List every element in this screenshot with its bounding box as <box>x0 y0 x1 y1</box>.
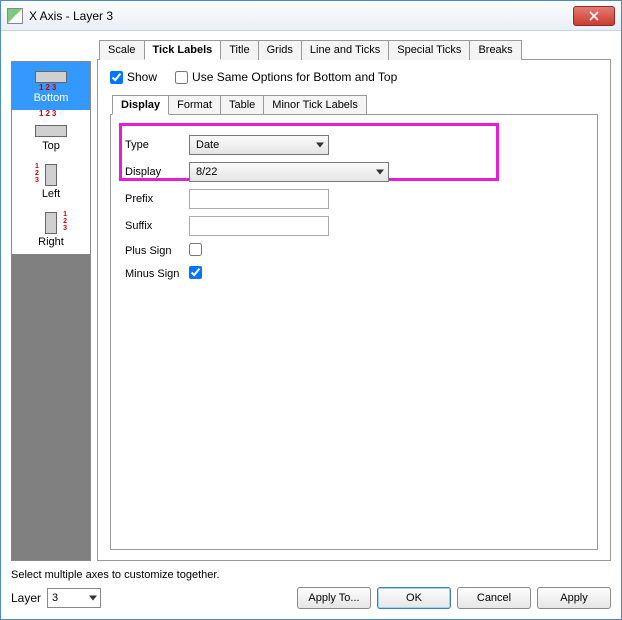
tab-minor-tick-labels[interactable]: Minor Tick Labels <box>263 95 367 115</box>
dialog-window: X Axis - Layer 3 123 Bottom 123 Top <box>0 0 622 620</box>
apply-to-button[interactable]: Apply To... <box>297 587 371 609</box>
tab-scale[interactable]: Scale <box>99 40 145 60</box>
suffix-input[interactable] <box>189 216 329 236</box>
tab-breaks[interactable]: Breaks <box>469 40 521 60</box>
display-value: 8/22 <box>196 166 217 178</box>
tab-display[interactable]: Display <box>112 95 169 115</box>
minus-sign-checkbox[interactable] <box>189 266 202 279</box>
same-options-checkbox-wrap[interactable]: Use Same Options for Bottom and Top <box>175 70 397 84</box>
chevron-down-icon <box>89 596 97 601</box>
axis-side-list: 123 Bottom 123 Top 123 Left <box>11 61 91 561</box>
form-grid: Type Date Display 8/22 Prefix <box>125 135 505 282</box>
side-item-top[interactable]: 123 Top <box>12 110 90 158</box>
type-combo[interactable]: Date <box>189 135 329 155</box>
tab-format[interactable]: Format <box>168 95 221 115</box>
upper-area: 123 Bottom 123 Top 123 Left <box>11 39 611 561</box>
show-checkbox[interactable] <box>110 71 123 84</box>
suffix-label: Suffix <box>125 220 189 232</box>
lower-area: Select multiple axes to customize togeth… <box>11 561 611 609</box>
layer-value: 3 <box>52 592 58 604</box>
display-label: Display <box>125 166 189 178</box>
same-options-checkbox[interactable] <box>175 71 188 84</box>
chevron-down-icon <box>316 143 324 148</box>
tab-grids[interactable]: Grids <box>258 40 302 60</box>
side-label: Right <box>38 236 64 248</box>
close-icon <box>589 11 599 21</box>
side-label: Left <box>42 188 60 200</box>
inner-panel: Type Date Display 8/22 Prefix <box>110 114 598 550</box>
titlebar: X Axis - Layer 3 <box>1 1 621 31</box>
outer-panel: Show Use Same Options for Bottom and Top… <box>97 59 611 561</box>
close-button[interactable] <box>573 6 615 26</box>
tab-tick-labels[interactable]: Tick Labels <box>144 40 222 60</box>
tab-line-and-ticks[interactable]: Line and Ticks <box>301 40 389 60</box>
plus-sign-checkbox[interactable] <box>189 243 202 256</box>
show-row: Show Use Same Options for Bottom and Top <box>110 70 598 84</box>
side-item-left[interactable]: 123 Left <box>12 158 90 206</box>
side-label: Top <box>42 140 60 152</box>
same-options-label: Use Same Options for Bottom and Top <box>192 70 397 84</box>
thumb-right: 123 <box>29 212 73 234</box>
side-item-right[interactable]: 123 Right <box>12 206 90 254</box>
window-title: X Axis - Layer 3 <box>29 9 573 23</box>
thumb-left: 123 <box>29 164 73 186</box>
dialog-body: 123 Bottom 123 Top 123 Left <box>1 31 621 619</box>
show-label: Show <box>127 70 157 84</box>
minus-sign-label: Minus Sign <box>125 268 189 280</box>
side-item-bottom[interactable]: 123 Bottom <box>12 62 90 110</box>
prefix-label: Prefix <box>125 193 189 205</box>
outer-tabstrip: Scale Tick Labels Title Grids Line and T… <box>97 39 611 59</box>
bottom-row: Layer 3 Apply To... OK Cancel Apply <box>11 587 611 609</box>
hint-text: Select multiple axes to customize togeth… <box>11 569 611 581</box>
ok-button[interactable]: OK <box>377 587 451 609</box>
tab-title[interactable]: Title <box>220 40 258 60</box>
layer-combo[interactable]: 3 <box>47 588 101 608</box>
plus-sign-label: Plus Sign <box>125 245 189 257</box>
show-checkbox-wrap[interactable]: Show <box>110 70 157 84</box>
inner-tabstrip: Display Format Table Minor Tick Labels <box>110 94 598 114</box>
thumb-top: 123 <box>29 116 73 138</box>
display-combo[interactable]: 8/22 <box>189 162 389 182</box>
app-icon <box>7 8 23 24</box>
tab-table[interactable]: Table <box>220 95 264 115</box>
prefix-input[interactable] <box>189 189 329 209</box>
right-area: Scale Tick Labels Title Grids Line and T… <box>97 39 611 561</box>
type-value: Date <box>196 139 219 151</box>
tab-special-ticks[interactable]: Special Ticks <box>388 40 470 60</box>
apply-button[interactable]: Apply <box>537 587 611 609</box>
type-label: Type <box>125 139 189 151</box>
layer-label: Layer <box>11 591 41 605</box>
chevron-down-icon <box>376 170 384 175</box>
side-label: Bottom <box>34 92 69 104</box>
cancel-button[interactable]: Cancel <box>457 587 531 609</box>
thumb-bottom: 123 <box>29 68 73 90</box>
